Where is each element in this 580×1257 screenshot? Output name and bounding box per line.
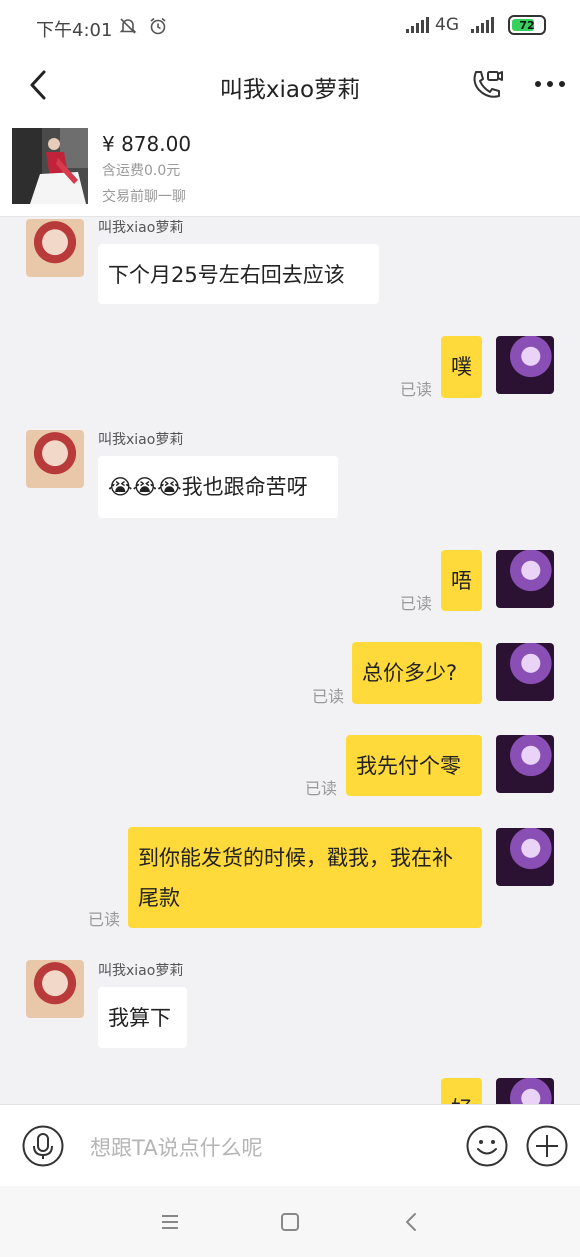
signal-icon-2 <box>471 17 494 33</box>
message-bubble[interactable]: 我先付个零 <box>346 735 482 796</box>
chat-area[interactable]: 叫我xiao萝莉 下个月25号左右回去应该 已读 噗 叫我xiao萝莉 😭😭😭我… <box>0 216 580 1104</box>
mute-bell-icon <box>119 18 137 34</box>
status-bar: 下午4:01 4G 72 <box>0 0 580 56</box>
message-bubble[interactable]: 总价多少? <box>352 642 482 704</box>
status-time: 下午4:01 <box>36 20 113 41</box>
peer-avatar[interactable] <box>26 430 84 488</box>
battery-icon: 72 <box>508 15 546 35</box>
my-avatar[interactable] <box>496 1078 554 1104</box>
message-bubble[interactable]: 好 <box>441 1078 482 1104</box>
message-bubble[interactable]: 我算下 <box>98 987 187 1048</box>
peer-avatar[interactable] <box>26 960 84 1018</box>
message-bubble[interactable]: 😭😭😭我也跟命苦呀 <box>98 456 338 518</box>
microphone-icon[interactable] <box>22 1125 64 1167</box>
sender-name: 叫我xiao萝莉 <box>98 432 184 448</box>
my-avatar[interactable] <box>496 550 554 608</box>
read-receipt: 已读 <box>88 910 121 929</box>
read-receipt: 已读 <box>305 779 338 798</box>
product-image[interactable] <box>12 128 88 204</box>
nav-bar: 叫我xiao萝莉 <box>0 56 580 114</box>
peer-avatar[interactable] <box>26 219 84 277</box>
product-hint: 交易前聊一聊 <box>102 189 186 205</box>
battery-level: 72 <box>519 18 535 32</box>
menu-icon[interactable] <box>156 1208 184 1236</box>
home-icon[interactable] <box>276 1208 304 1236</box>
read-receipt: 已读 <box>400 380 433 399</box>
video-call-icon[interactable] <box>470 68 504 102</box>
product-price: ¥ 878.00 <box>102 132 192 156</box>
message-bubble[interactable]: 下个月25号左右回去应该 <box>98 244 379 304</box>
product-card[interactable]: ¥ 878.00 含运费0.0元 交易前聊一聊 <box>0 114 580 217</box>
network-type: 4G <box>435 15 459 35</box>
alarm-icon <box>150 17 166 35</box>
back-nav-icon[interactable] <box>398 1208 426 1236</box>
sender-name: 叫我xiao萝莉 <box>98 963 184 979</box>
sender-name: 叫我xiao萝莉 <box>98 220 184 236</box>
signal-icon <box>406 17 429 33</box>
my-avatar[interactable] <box>496 735 554 793</box>
message-bubble[interactable]: 唔 <box>441 550 482 611</box>
my-avatar[interactable] <box>496 643 554 701</box>
message-input[interactable] <box>88 1129 452 1167</box>
my-avatar[interactable] <box>496 828 554 886</box>
read-receipt: 已读 <box>400 594 433 613</box>
product-shipping: 含运费0.0元 <box>102 163 181 179</box>
input-bar <box>0 1104 580 1187</box>
emoji-icon[interactable] <box>466 1125 508 1167</box>
more-icon[interactable] <box>532 72 568 96</box>
message-bubble[interactable]: 噗 <box>441 336 482 398</box>
system-nav-bar <box>0 1186 580 1257</box>
plus-icon[interactable] <box>526 1125 568 1167</box>
message-bubble[interactable]: 到你能发货的时候，戳我，我在补尾款 <box>128 827 482 928</box>
my-avatar[interactable] <box>496 336 554 394</box>
read-receipt: 已读 <box>312 687 345 706</box>
